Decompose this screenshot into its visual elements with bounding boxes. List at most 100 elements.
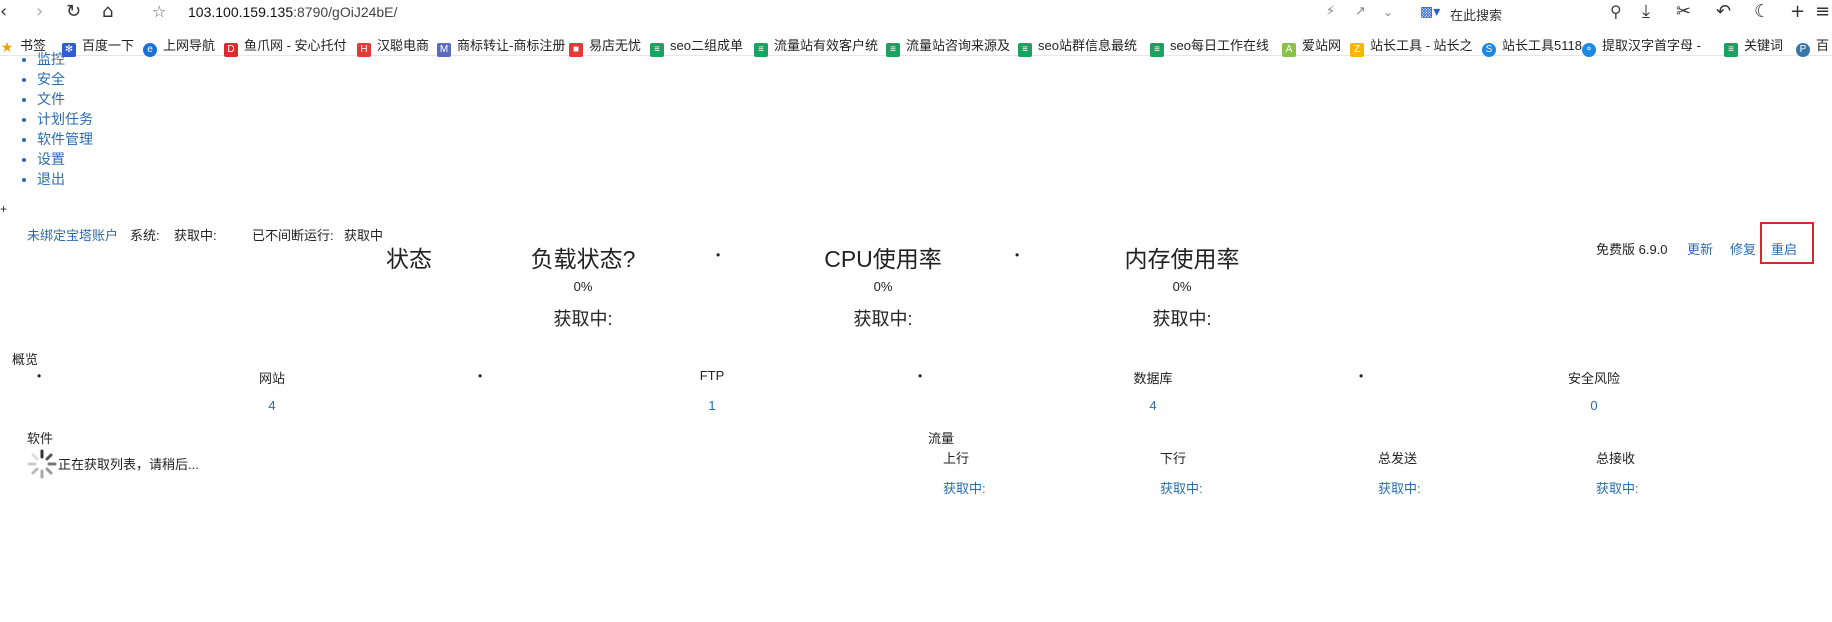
bookmark-label: 站长工具5118 (1502, 38, 1582, 53)
bookmark-item[interactable]: A 爱站网 (1282, 35, 1341, 57)
bookmark-item[interactable]: P百 (1796, 35, 1829, 57)
share-icon[interactable]: ↗ (1355, 2, 1366, 22)
url-path: :8790/gOiJ24bE/ (293, 4, 398, 20)
bookmark-label: 站长工具 - 站长之 (1370, 38, 1473, 53)
forward-icon[interactable]: › (36, 2, 43, 22)
overview-security-risk-count[interactable]: 0 (1534, 398, 1654, 413)
bookmark-label: 易店无忧 (589, 38, 642, 53)
list-bullet: • (478, 369, 483, 383)
bookmark-item[interactable]: Z 站长工具 - 站长之 (1350, 35, 1473, 57)
list-bullet: • (918, 369, 923, 383)
flash-icon[interactable]: ⚡ (1326, 2, 1335, 22)
mail-icon: M (437, 43, 451, 57)
gauge-memory-value: 0% (1172, 279, 1192, 294)
bookmark-label: 上网导航 (163, 38, 216, 53)
list-bullet: • (1359, 369, 1364, 383)
nav-item-monitor[interactable]: 监控 (37, 49, 93, 69)
bookmark-item[interactable]: ≡ 流量站咨询来源及 (886, 35, 1010, 57)
sheet-icon: ≡ (650, 43, 664, 57)
software-loading-text: 正在获取列表，请稍后... (58, 457, 199, 472)
nav-item-files[interactable]: 文件 (37, 89, 93, 109)
bookmark-item[interactable]: ■ 易店无忧 (569, 35, 641, 57)
gauge-memory: 内存使用率 (1102, 240, 1262, 274)
bookmark-item[interactable]: M 商标转让-商标注册 (437, 35, 565, 57)
bookmark-item[interactable]: H 汉聪电商 (357, 35, 429, 57)
bookmark-item[interactable]: ⚬ 提取汉字首字母 - (1582, 35, 1701, 57)
nav-menu: 监控 安全 文件 计划任务 软件管理 设置 退出 (20, 49, 93, 189)
hancong-icon: H (357, 43, 371, 57)
traffic-title: 流量 (928, 431, 955, 446)
sheet-icon: ≡ (1724, 43, 1738, 57)
nav-item-security[interactable]: 安全 (37, 69, 93, 89)
browser-toolbar: ‹ › ↻ ⌂ ☆ 103.100.159.135:8790/gOiJ24bE/… (0, 0, 1832, 26)
download-icon[interactable]: ⤓ (1642, 2, 1650, 22)
bookmarks-bar: ★ 书签 ✻ 百度一下 e 上网导航 D 鱼爪网 - 安心托付 H 汉聪电商 M 商标转让-… (0, 31, 1832, 57)
sheet-icon: ≡ (1150, 43, 1164, 57)
bookmark-item[interactable]: e 上网导航 (143, 35, 215, 57)
chevron-down-icon[interactable]: ⌄ (1383, 2, 1393, 22)
system-label: 系统: (130, 228, 160, 243)
scissors-icon[interactable]: ✂ (1676, 2, 1691, 22)
bind-account-link[interactable]: 未绑定宝塔账户 (27, 225, 118, 244)
overview-websites-count[interactable]: 4 (212, 398, 332, 413)
uptime-label: 已不间断运行: (252, 228, 334, 243)
overview-websites-label: 网站 (258, 371, 285, 386)
gauge-cpu-value: 0% (873, 279, 893, 294)
address-bar[interactable]: 103.100.159.135:8790/gOiJ24bE/ (188, 4, 397, 20)
search-input[interactable]: ▩▾ 在此搜索 ⚲ (1420, 2, 1622, 23)
uptime-value: 获取中 (344, 228, 384, 243)
restart-link[interactable]: 重启 (1771, 239, 1797, 258)
url-host: 103.100.159.135 (188, 4, 294, 20)
night-mode-icon[interactable]: ☾ (1754, 2, 1770, 22)
traffic-total-sent-label: 总发送 (1378, 451, 1418, 466)
traffic-download-value: 获取中: (1160, 481, 1203, 496)
baidu-paw-icon: ▩▾ (1420, 3, 1441, 19)
home-icon[interactable]: ⌂ (102, 2, 113, 22)
sheet-icon: ≡ (754, 43, 768, 57)
python-icon: P (1796, 43, 1810, 57)
loading-spinner-icon (27, 449, 57, 479)
plus-marker: + (0, 202, 8, 216)
globe-icon: ⚬ (1582, 43, 1596, 57)
chinaz-icon: Z (1350, 43, 1364, 57)
traffic-total-received-value: 获取中: (1596, 481, 1639, 496)
reload-icon[interactable]: ↻ (66, 2, 81, 22)
bookmark-item[interactable]: S 站长工具5118 (1482, 35, 1582, 57)
bookmark-item[interactable]: D 鱼爪网 - 安心托付 (224, 35, 347, 57)
back-icon[interactable]: ‹ (0, 2, 7, 22)
gauge-cpu-status: 获取中: (853, 309, 913, 329)
repair-link[interactable]: 修复 (1730, 239, 1756, 258)
nav-item-logout[interactable]: 退出 (37, 169, 93, 189)
bookmark-label: 爱站网 (1302, 38, 1342, 53)
nav-item-cron[interactable]: 计划任务 (37, 109, 93, 129)
traffic-total-received-label: 总接收 (1596, 451, 1636, 466)
undo-icon[interactable]: ↶ (1716, 2, 1731, 22)
status-title: 状态 (386, 246, 432, 272)
gauge-load: 负载状态? (503, 240, 663, 274)
bookmark-label: seo二组成单 (670, 38, 743, 53)
bookmark-label: 汉聪电商 (377, 38, 430, 53)
bookmark-item[interactable]: ≡ 关键词 (1724, 35, 1783, 57)
bookmark-label: 商标转让-商标注册 (457, 38, 566, 53)
tools5118-icon: S (1482, 43, 1496, 57)
star-icon[interactable]: ☆ (152, 2, 166, 22)
bookmark-label: 百 (1816, 38, 1830, 53)
help-icon[interactable]: ? (623, 246, 636, 272)
bookmark-item[interactable]: ≡ 流量站有效客户统 (754, 35, 878, 57)
nav-item-software[interactable]: 软件管理 (37, 129, 93, 149)
bookmark-item[interactable]: ≡ seo站群信息最统 (1018, 35, 1137, 57)
overview-ftp-count[interactable]: 1 (652, 398, 772, 413)
menu-icon[interactable]: ≡ (1815, 2, 1830, 22)
nav-item-settings[interactable]: 设置 (37, 149, 93, 169)
bookmark-label: 鱼爪网 - 安心托付 (244, 38, 347, 53)
bookmark-item[interactable]: ≡ seo二组成单 (650, 35, 743, 57)
yidian-icon: ■ (569, 43, 583, 57)
traffic-upload-value: 获取中: (943, 481, 986, 496)
search-icon[interactable]: ⚲ (1610, 2, 1622, 22)
overview-database-count[interactable]: 4 (1093, 398, 1213, 413)
new-tab-icon[interactable]: + (1790, 2, 1805, 22)
update-link[interactable]: 更新 (1687, 239, 1713, 258)
bookmark-item[interactable]: ≡ seo每日工作在线 (1150, 35, 1269, 57)
bookmark-label: seo站群信息最统 (1038, 38, 1137, 53)
search-placeholder: 在此搜索 (1450, 8, 1503, 23)
